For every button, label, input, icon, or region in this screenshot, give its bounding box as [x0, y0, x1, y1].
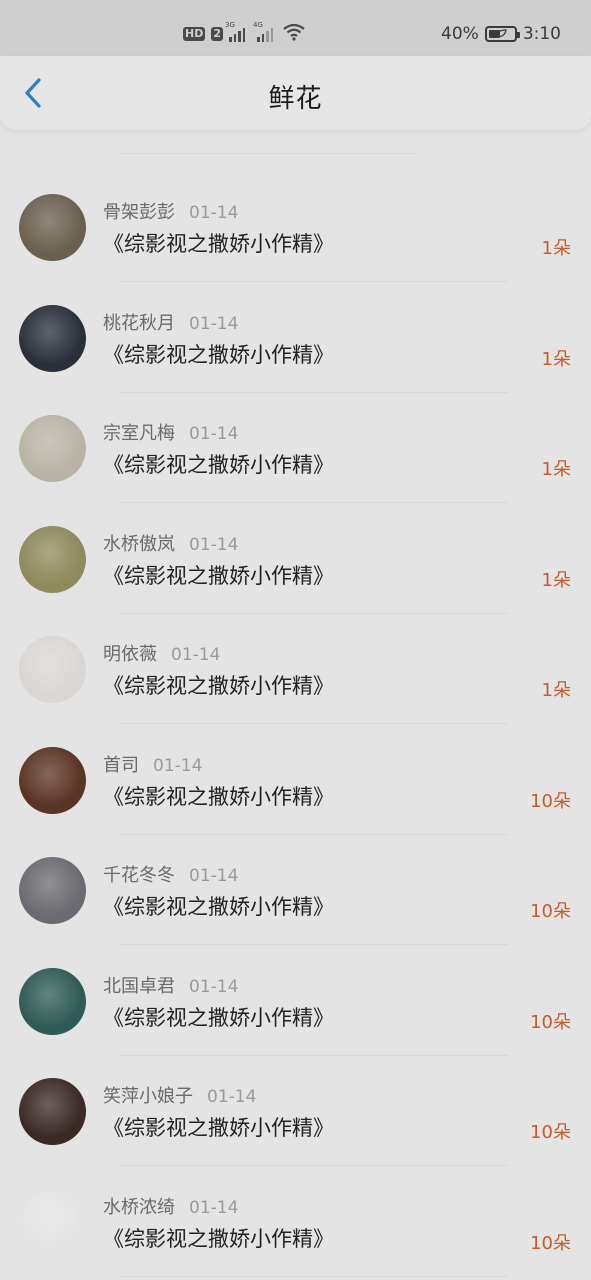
clock: 3:10	[522, 24, 561, 44]
date: 01-14	[189, 534, 239, 555]
meta-line: 首司 01-14	[103, 751, 202, 777]
meta-line: 水桥浓绮 01-14	[103, 1193, 238, 1219]
divider	[118, 153, 418, 154]
flower-count: 10朵	[530, 901, 571, 922]
flower-count: 1朵	[541, 238, 571, 259]
list-item[interactable]: 宗室凡梅 01-14 《综影视之撒娇小作精》 1朵	[0, 393, 591, 503]
user-name[interactable]: 北国卓君	[103, 972, 175, 998]
meta-line: 水桥傲岚 01-14	[103, 530, 238, 556]
avatar[interactable]	[19, 1188, 86, 1256]
book-title[interactable]: 《综影视之撒娇小作精》	[103, 560, 334, 590]
list-item[interactable]: 水桥傲岚 01-14 《综影视之撒娇小作精》 1朵	[0, 504, 591, 614]
avatar[interactable]	[19, 857, 86, 924]
date: 01-14	[153, 755, 203, 776]
avatar[interactable]	[19, 967, 86, 1035]
book-title[interactable]: 《综影视之撒娇小作精》	[103, 781, 334, 811]
avatar[interactable]	[19, 304, 86, 372]
flower-count: 10朵	[530, 1011, 571, 1033]
flower-count: 1朵	[541, 348, 571, 370]
list-item[interactable]: 千花冬冬 01-14 《综影视之撒娇小作精》 10朵	[0, 835, 591, 945]
date: 01-14	[171, 645, 221, 665]
flower-count: 1朵	[541, 569, 571, 591]
meta-line: 明依薇 01-14	[103, 640, 220, 666]
hd-badge: HD	[183, 27, 206, 41]
meta-line: 千花冬冬 01-14	[103, 861, 238, 887]
book-title[interactable]: 《综影视之撒娇小作精》	[103, 891, 334, 921]
list-item[interactable]: 桃花秋月 01-14 《综影视之撒娇小作精》 1朵	[0, 283, 591, 393]
meta-line: 北国卓君 01-14	[103, 972, 238, 998]
user-name[interactable]: 骨架彭彭	[103, 198, 175, 224]
date: 01-14	[189, 866, 239, 886]
avatar[interactable]	[19, 415, 86, 482]
signal-icon-2: 4G	[253, 21, 273, 42]
sim-slot-badge: 2	[211, 27, 223, 41]
list-item[interactable]: 骨架彭彭 01-14 《综影视之撒娇小作精》 1朵	[0, 172, 591, 282]
divider	[118, 1275, 508, 1277]
date: 01-14	[189, 1197, 239, 1218]
avatar[interactable]	[19, 525, 86, 593]
user-name[interactable]: 首司	[103, 751, 139, 777]
avatar[interactable]	[19, 1078, 86, 1145]
flower-count: 10朵	[530, 1122, 571, 1143]
book-title[interactable]: 《综影视之撒娇小作精》	[103, 1112, 334, 1142]
nav-bar: 鲜花	[0, 56, 591, 130]
avatar[interactable]	[19, 636, 86, 703]
user-name[interactable]: 桃花秋月	[103, 309, 175, 335]
signal-icon-1: 3G	[225, 21, 245, 42]
flower-count: 10朵	[530, 790, 571, 812]
date: 01-14	[207, 1087, 257, 1107]
date: 01-14	[189, 424, 239, 444]
meta-line: 宗室凡梅 01-14	[103, 419, 238, 445]
book-title[interactable]: 《综影视之撒娇小作精》	[103, 1223, 334, 1253]
flower-count: 1朵	[541, 459, 571, 480]
meta-line: 桃花秋月 01-14	[103, 309, 238, 335]
avatar[interactable]	[19, 746, 86, 814]
book-title[interactable]: 《综影视之撒娇小作精》	[103, 670, 334, 700]
book-title[interactable]: 《综影视之撒娇小作精》	[103, 228, 334, 258]
list-item[interactable]: 明依薇 01-14 《综影视之撒娇小作精》 1朵	[0, 614, 591, 724]
meta-line: 骨架彭彭 01-14	[103, 198, 238, 224]
list-item[interactable]: 北国卓君 01-14 《综影视之撒娇小作精》 10朵	[0, 946, 591, 1056]
avatar[interactable]	[19, 194, 86, 261]
meta-line: 笑萍小娘子 01-14	[103, 1082, 256, 1108]
flower-count: 10朵	[530, 1232, 571, 1254]
book-title[interactable]: 《综影视之撒娇小作精》	[103, 339, 334, 369]
user-name[interactable]: 水桥浓绮	[103, 1193, 175, 1219]
status-bar: HD 2 3G 4G 40% 3:10	[0, 0, 591, 56]
list-item[interactable]: 首司 01-14 《综影视之撒娇小作精》 10朵	[0, 725, 591, 835]
list-item[interactable]: 水桥浓绮 01-14 《综影视之撒娇小作精》 10朵	[0, 1167, 591, 1277]
book-title[interactable]: 《综影视之撒娇小作精》	[103, 1002, 334, 1032]
date: 01-14	[189, 976, 239, 997]
list-item[interactable]: 笑萍小娘子 01-14 《综影视之撒娇小作精》 10朵	[0, 1056, 591, 1166]
user-name[interactable]: 笑萍小娘子	[103, 1082, 193, 1108]
user-name[interactable]: 明依薇	[103, 640, 157, 666]
battery-icon	[484, 26, 520, 42]
date: 01-14	[189, 313, 239, 334]
flower-count: 1朵	[541, 680, 571, 701]
date: 01-14	[189, 203, 239, 223]
wifi-icon	[283, 23, 305, 45]
page-title: 鲜花	[268, 84, 323, 114]
battery-percent: 40%	[441, 24, 479, 44]
network-indicators: HD 2 3G 4G	[183, 21, 305, 45]
user-name[interactable]: 千花冬冬	[103, 861, 175, 887]
user-name[interactable]: 宗室凡梅	[103, 419, 175, 445]
user-name[interactable]: 水桥傲岚	[103, 530, 175, 556]
book-title[interactable]: 《综影视之撒娇小作精》	[103, 449, 334, 479]
status-right: 40% 3:10	[441, 22, 561, 46]
